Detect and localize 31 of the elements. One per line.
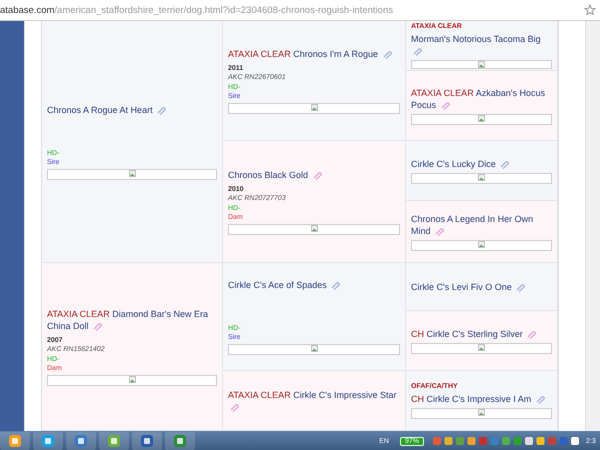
taskbar-app-icon[interactable] — [33, 432, 63, 450]
paperclip-icon[interactable] — [411, 46, 423, 56]
paperclip-icon[interactable] — [525, 330, 538, 339]
dog-name-link[interactable]: CH Cirkle C's Sterling Silver — [411, 328, 552, 340]
dog-name-link[interactable]: ATAXIA CLEAR Azkaban's Hocus Pocus — [411, 86, 552, 110]
paperclip-icon[interactable] — [433, 226, 446, 236]
dog-name-link[interactable]: ATAXIA CLEAR Cirkle C's Impressive Star — [228, 388, 400, 412]
paperclip-icon[interactable] — [91, 322, 104, 331]
dog-name-link[interactable]: Chronos Black Gold — [228, 168, 400, 180]
paperclip-icon[interactable] — [498, 160, 510, 169]
dog-name-link[interactable]: ATAXIA CLEAR Diamond Bar's New Era China Doll — [47, 308, 217, 332]
taskbar-app-icon[interactable] — [66, 432, 96, 450]
dog-name-link[interactable]: Cirkle C's Levi Fiv O One — [411, 280, 552, 292]
paperclip-icon[interactable] — [155, 106, 168, 115]
taskbar-app-icon[interactable] — [99, 432, 129, 450]
dog-name-link[interactable]: Cirkle C's Ace of Spades — [228, 278, 400, 290]
paperclip-icon[interactable] — [329, 280, 342, 290]
taskbar-app-icon[interactable] — [132, 432, 162, 450]
scrollbar[interactable] — [584, 21, 600, 431]
taskbar-app-icon[interactable] — [165, 432, 195, 450]
dog-name-link[interactable]: Morman's Notorious Tacoma Big — [411, 32, 552, 56]
paperclip-icon[interactable] — [514, 282, 526, 292]
dog-name-link[interactable]: Chronos A Legend In Her Own Mind — [411, 212, 552, 236]
dog-name-link[interactable]: Chronos A Rogue At Heart — [47, 104, 217, 116]
taskbar-app-icon[interactable] — [0, 432, 30, 450]
address-bar-url[interactable]: atabase.com/american_staffordshire_terrier/dog.html?id=2304608-chronos-roguish-intentions — [0, 4, 584, 16]
star-icon[interactable] — [584, 4, 596, 16]
dog-name-link[interactable]: ATAXIA CLEAR Chronos I'm A Rogue — [228, 48, 400, 60]
dog-name-link[interactable]: CH Cirkle C's Impressive I Am — [411, 392, 552, 404]
paperclip-icon[interactable] — [228, 402, 240, 412]
dog-name-link[interactable]: Cirkle C's Lucky Dice — [411, 158, 552, 170]
